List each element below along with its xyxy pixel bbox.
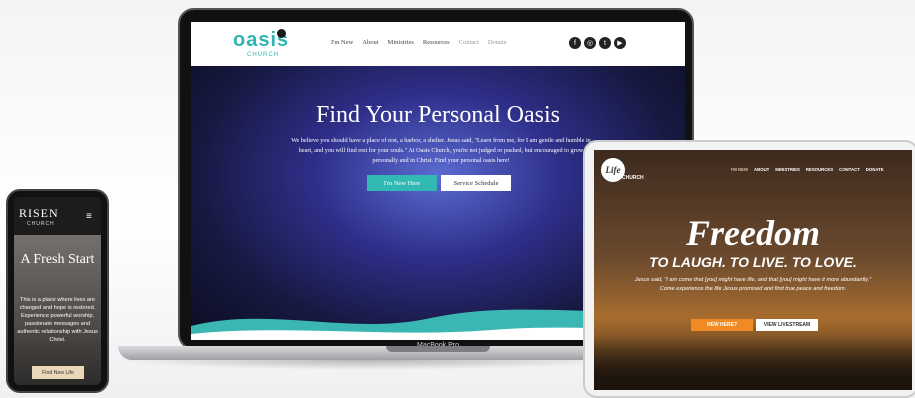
nav-item-ministries[interactable]: Ministries [388, 39, 414, 46]
facebook-icon[interactable]: f [569, 37, 581, 49]
social-links: f ◎ t ▶ [569, 37, 626, 49]
tablet-device: Life CHURCH I'M NEW ABOUT MINISTRIES RES… [583, 140, 915, 398]
service-schedule-button[interactable]: Service Schedule [441, 175, 511, 191]
tablet-hero-tagline: TO LAUGH. TO LIVE. TO LOVE. [649, 254, 857, 270]
nav-item-resources[interactable]: Resources [423, 39, 450, 46]
nav-item-im-new[interactable]: I'm New [331, 39, 353, 46]
oasis-logo-sub: CHURCH [247, 52, 279, 58]
nav-item-contact[interactable]: Contact [459, 39, 479, 46]
view-livestream-button[interactable]: VIEW LIVESTREAM [756, 319, 818, 331]
life-logo-sub: CHURCH [622, 175, 644, 181]
phone-hero-body: This is a place where lives are changed … [17, 297, 98, 343]
logo-badge-icon [277, 29, 286, 38]
tablet-hero-body: Jesus said, "I am come that [you] might … [634, 277, 872, 292]
tab-nav-contact[interactable]: CONTACT [839, 167, 860, 172]
phone-hero-title: A Fresh Start [20, 252, 95, 267]
tablet-screen: Life CHURCH I'M NEW ABOUT MINISTRIES RES… [594, 150, 912, 390]
crowd-image [594, 336, 912, 390]
phone-screen: RISEN CHURCH ≡ A Fresh Start This is a p… [14, 197, 101, 385]
tab-nav-resources[interactable]: RESOURCES [806, 167, 833, 172]
risen-logo[interactable]: RISEN [19, 206, 59, 221]
phone-device: RISEN CHURCH ≡ A Fresh Start This is a p… [6, 189, 109, 393]
oasis-menu: I'm New About Ministries Resources Conta… [331, 39, 507, 46]
risen-header: RISEN CHURCH ≡ [14, 197, 101, 235]
hero-title: Find Your Personal Oasis [315, 102, 561, 128]
hero-body: We believe you should have a place of re… [291, 137, 591, 164]
nav-item-donate[interactable]: Donate [488, 39, 507, 46]
tab-nav-im-new[interactable]: I'M NEW [731, 167, 748, 172]
instagram-icon[interactable]: ◎ [584, 37, 596, 49]
hamburger-icon[interactable]: ≡ [86, 211, 92, 222]
new-here-button[interactable]: NEW HERE? [691, 319, 753, 331]
risen-logo-sub: CHURCH [27, 221, 55, 227]
laptop-notch [386, 346, 490, 352]
twitter-icon[interactable]: t [599, 37, 611, 49]
life-menu: I'M NEW ABOUT MINISTRIES RESOURCES CONTA… [731, 167, 884, 172]
im-new-here-button[interactable]: I'm New Here [367, 175, 437, 191]
youtube-icon[interactable]: ▶ [614, 37, 626, 49]
find-new-life-button[interactable]: Find New Life [32, 366, 84, 379]
tab-nav-ministries[interactable]: MINISTRIES [775, 167, 800, 172]
tab-nav-donate[interactable]: DONATE [866, 167, 884, 172]
tablet-hero-title: Freedom [686, 213, 820, 253]
nav-item-about[interactable]: About [362, 39, 378, 46]
tab-nav-about[interactable]: ABOUT [754, 167, 769, 172]
oasis-navbar: oasis CHURCH I'm New About Ministries Re… [191, 22, 685, 66]
